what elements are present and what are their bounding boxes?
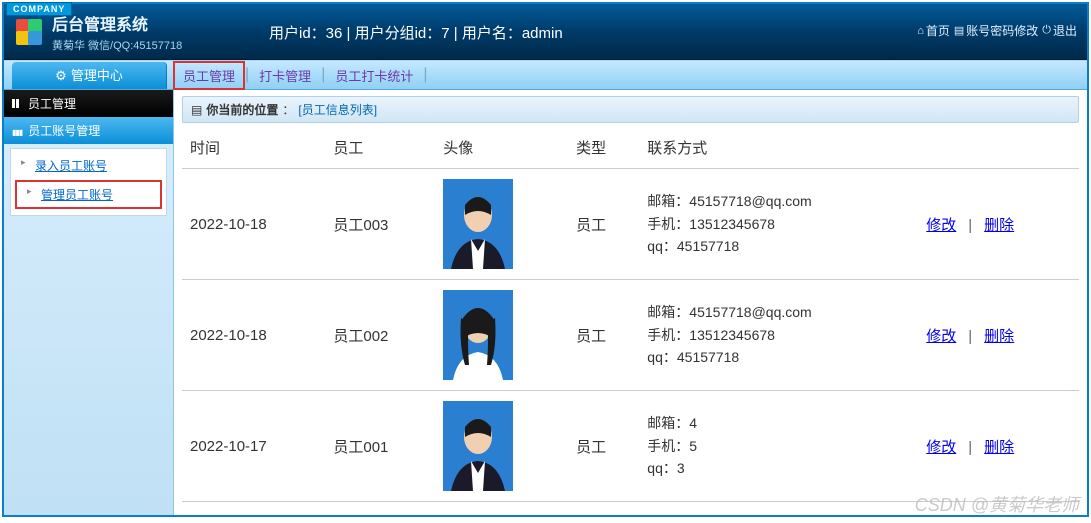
cell-contact: 邮箱：45157718@qq.com手机：13512345678qq：45157… (639, 280, 918, 391)
breadcrumb: ▤ 你当前的位置：[员工信息列表] (182, 96, 1079, 123)
sidebar-item-1[interactable]: 管理员工账号 (15, 180, 162, 209)
cell-name: 员工002 (325, 280, 435, 391)
edit-link[interactable]: 修改 (926, 217, 956, 234)
cell-avatar (435, 391, 568, 502)
col-avatar: 头像 (435, 127, 568, 169)
sidebar-group-account[interactable]: 员工账号管理 (4, 117, 173, 144)
sidebar: 员工管理 员工账号管理 录入员工账号管理员工账号 (4, 90, 174, 515)
employee-table: 时间 员工 头像 类型 联系方式 2022-10-18员工003员工邮箱：451… (182, 127, 1079, 502)
home-link[interactable]: ⌂首页 (917, 22, 950, 39)
doc-icon: ▤ (191, 103, 202, 117)
tab-1[interactable]: 打卡管理 (249, 66, 321, 85)
delete-link[interactable]: 删除 (984, 217, 1014, 234)
tab-bar: ⚙ 管理中心 员工管理 | 打卡管理 | 员工打卡统计 | (4, 60, 1087, 90)
edit-link[interactable]: 修改 (926, 439, 956, 456)
home-icon: ⌂ (917, 25, 924, 37)
avatar-icon (443, 290, 513, 380)
delete-link[interactable]: 删除 (984, 439, 1014, 456)
main-content: ▤ 你当前的位置：[员工信息列表] 时间 员工 头像 类型 联系方式 2022-… (174, 90, 1087, 515)
cell-date: 2022-10-18 (182, 169, 325, 280)
col-contact: 联系方式 (639, 127, 918, 169)
logo-icon (16, 19, 44, 47)
power-icon: ⏻ (1042, 24, 1051, 37)
col-emp: 员工 (325, 127, 435, 169)
list-icon: ▤ (954, 24, 964, 37)
avatar-icon (443, 179, 513, 269)
col-time: 时间 (182, 127, 325, 169)
cell-contact: 邮箱：45157718@qq.com手机：13512345678qq：45157… (639, 169, 918, 280)
pagination: 首页 上页 下页 尾页 3 条数据 | 总 1 页 | 当前 1 页 (182, 502, 1079, 515)
avatar-icon (443, 401, 513, 491)
header-bar: 后台管理系统 黄菊华 微信/QQ:45157718 用户id：36 | 用户分组… (4, 4, 1087, 60)
change-password-link[interactable]: ▤账号密码修改 (954, 22, 1038, 39)
company-tag: COMPANY (6, 2, 72, 16)
cell-type: 员工 (568, 391, 639, 502)
sidebar-item-0[interactable]: 录入员工账号 (11, 153, 166, 178)
management-center-button[interactable]: ⚙ 管理中心 (12, 62, 167, 89)
sidebar-group-employee[interactable]: 员工管理 (4, 90, 173, 117)
system-subtitle: 黄菊华 微信/QQ:45157718 (52, 37, 182, 53)
col-type: 类型 (568, 127, 639, 169)
tab-2[interactable]: 员工打卡统计 (325, 66, 423, 85)
grid-icon (12, 99, 22, 109)
edit-link[interactable]: 修改 (926, 328, 956, 345)
table-row: 2022-10-17员工001员工邮箱：4手机：5qq：3修改|删除 (182, 391, 1079, 502)
table-row: 2022-10-18员工003 员工邮箱：45157718@qq.com手机：13… (182, 169, 1079, 280)
tab-0[interactable]: 员工管理 (173, 61, 245, 90)
cell-name: 员工001 (325, 391, 435, 502)
table-row: 2022-10-18员工002 员工邮箱：45157718@qq.com手机：13… (182, 280, 1079, 391)
cell-name: 员工003 (325, 169, 435, 280)
cell-avatar (435, 169, 568, 280)
cell-type: 员工 (568, 169, 639, 280)
delete-link[interactable]: 删除 (984, 328, 1014, 345)
cell-type: 员工 (568, 280, 639, 391)
cell-date: 2022-10-17 (182, 391, 325, 502)
header-user-info: 用户id：36 | 用户分组id：7 | 用户名：admin (269, 22, 563, 43)
cell-avatar (435, 280, 568, 391)
bars-icon (12, 124, 22, 138)
gear-icon: ⚙ (55, 62, 67, 90)
logout-link[interactable]: ⏻退出 (1042, 22, 1077, 39)
cell-contact: 邮箱：4手机：5qq：3 (639, 391, 918, 502)
cell-date: 2022-10-18 (182, 280, 325, 391)
